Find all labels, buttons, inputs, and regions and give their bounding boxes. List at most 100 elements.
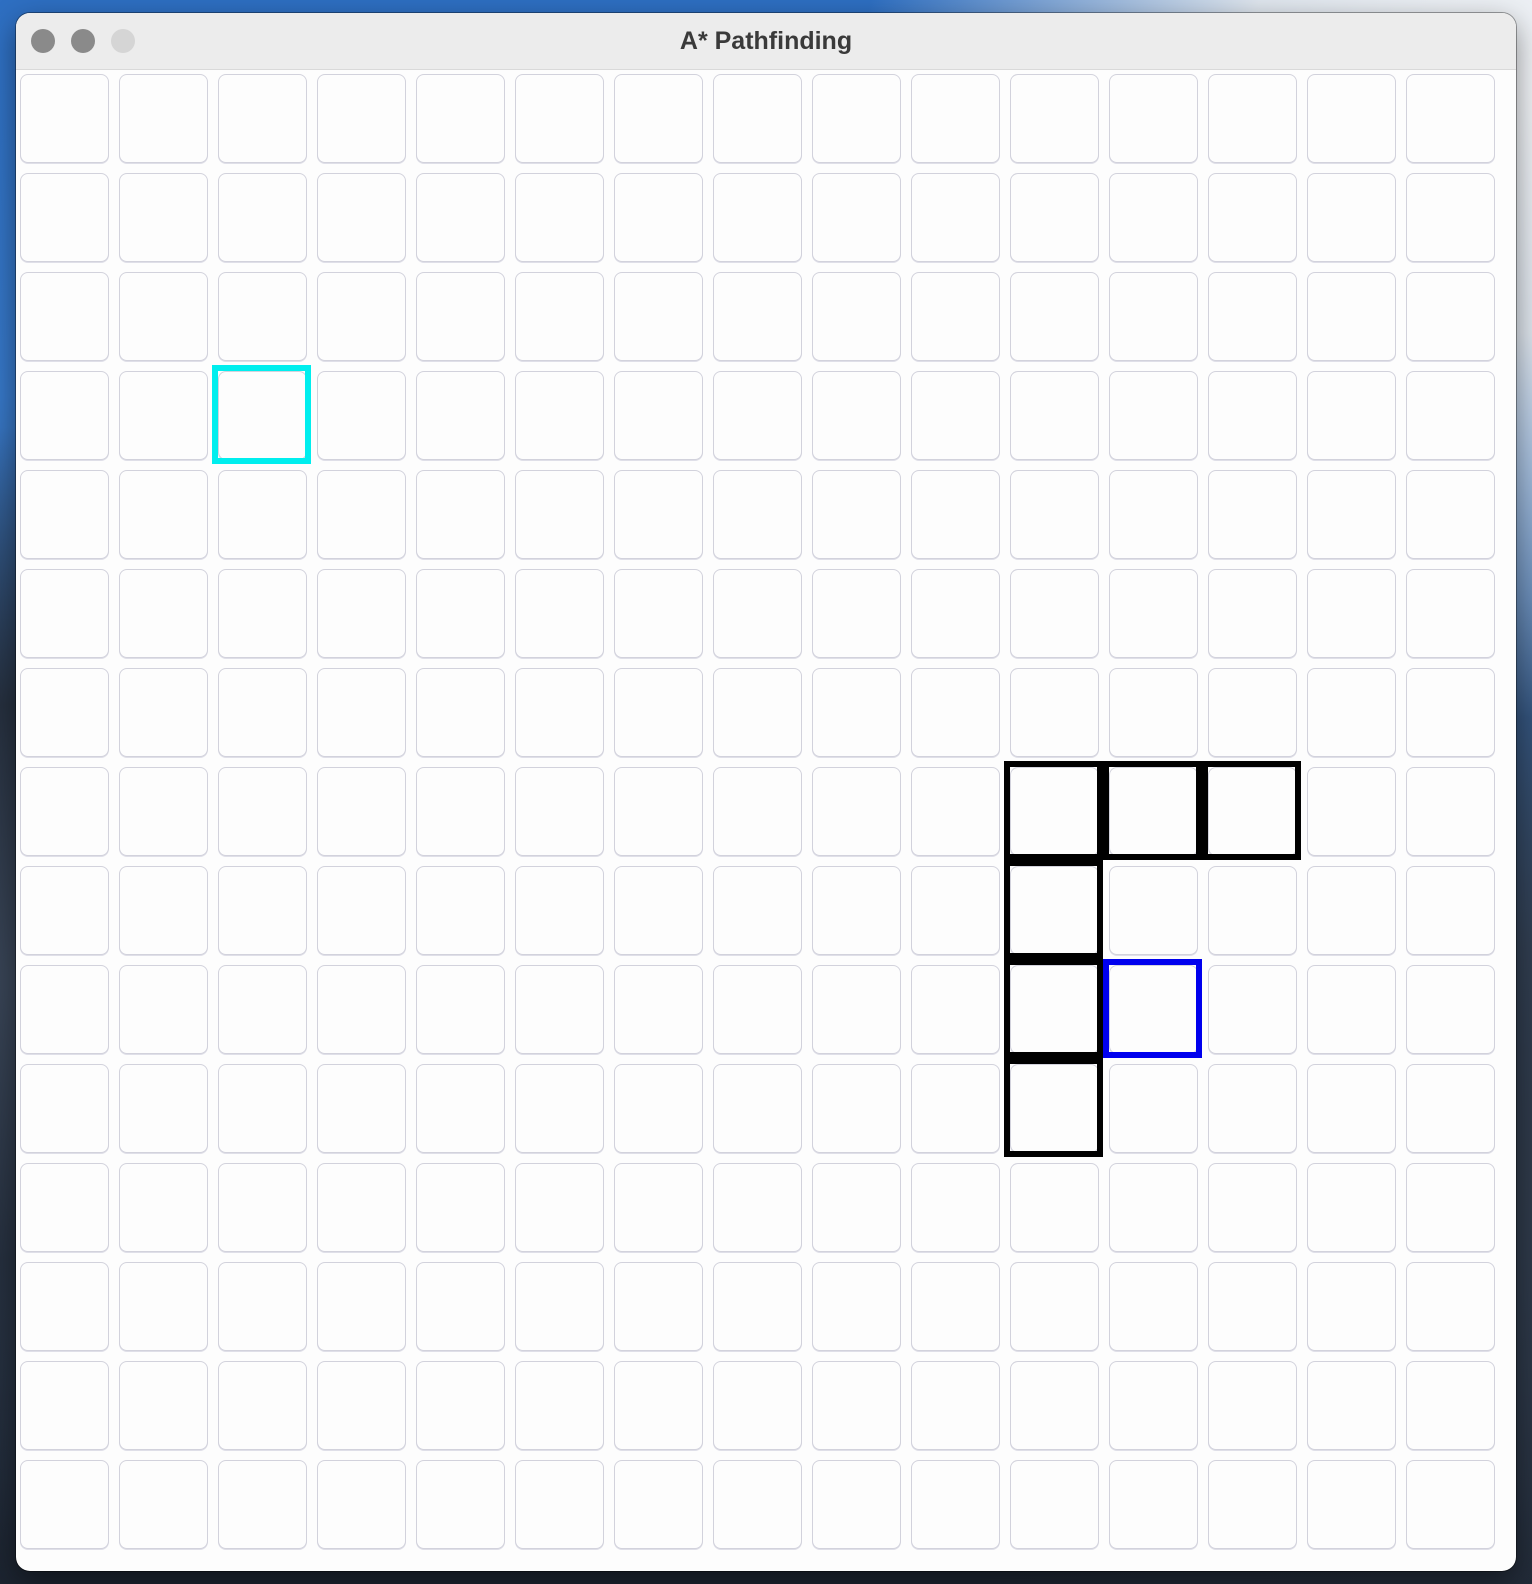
grid-cell[interactable] <box>1208 74 1297 163</box>
grid-cell[interactable] <box>119 1163 208 1252</box>
grid-cell[interactable] <box>1010 668 1099 757</box>
grid-cell[interactable] <box>119 74 208 163</box>
grid-cell[interactable] <box>1109 569 1198 658</box>
grid-cell[interactable] <box>1208 1460 1297 1549</box>
grid-cell[interactable] <box>713 1262 802 1351</box>
grid-cell[interactable] <box>416 1460 505 1549</box>
grid-cell[interactable] <box>119 965 208 1054</box>
grid-cell[interactable] <box>812 74 901 163</box>
grid-cell[interactable] <box>119 1262 208 1351</box>
grid-cell[interactable] <box>713 272 802 361</box>
grid-cell[interactable] <box>713 569 802 658</box>
grid-cell[interactable] <box>1010 1064 1099 1153</box>
grid-cell[interactable] <box>812 1361 901 1450</box>
grid-cell[interactable] <box>713 1064 802 1153</box>
grid-cell[interactable] <box>119 1361 208 1450</box>
grid-cell[interactable] <box>416 1262 505 1351</box>
grid-cell[interactable] <box>614 1163 703 1252</box>
grid-cell[interactable] <box>614 1361 703 1450</box>
grid-cell[interactable] <box>911 767 1000 856</box>
grid-cell[interactable] <box>416 767 505 856</box>
grid-cell[interactable] <box>1109 767 1198 856</box>
grid-cell[interactable] <box>1010 866 1099 955</box>
grid-cell[interactable] <box>416 1361 505 1450</box>
grid-cell[interactable] <box>1109 470 1198 559</box>
grid-cell[interactable] <box>20 1361 109 1450</box>
grid-cell[interactable] <box>812 1163 901 1252</box>
grid-cell[interactable] <box>713 470 802 559</box>
grid-cell[interactable] <box>614 569 703 658</box>
grid-cell[interactable] <box>218 1262 307 1351</box>
grid-cell[interactable] <box>1208 371 1297 460</box>
grid-cell[interactable] <box>20 569 109 658</box>
grid-cell[interactable] <box>317 371 406 460</box>
grid-cell[interactable] <box>317 1460 406 1549</box>
grid-cell[interactable] <box>416 866 505 955</box>
grid-cell[interactable] <box>416 1064 505 1153</box>
grid-cell[interactable] <box>416 371 505 460</box>
grid-cell[interactable] <box>416 173 505 262</box>
grid-cell[interactable] <box>317 965 406 1054</box>
grid-cell[interactable] <box>515 371 604 460</box>
grid-cell[interactable] <box>416 74 505 163</box>
grid-cell[interactable] <box>416 470 505 559</box>
grid-cell[interactable] <box>1109 74 1198 163</box>
grid-cell[interactable] <box>1208 272 1297 361</box>
grid-cell[interactable] <box>614 173 703 262</box>
grid-cell[interactable] <box>20 1262 109 1351</box>
grid-cell[interactable] <box>1208 668 1297 757</box>
grid-cell[interactable] <box>218 866 307 955</box>
grid-cell[interactable] <box>317 866 406 955</box>
grid-cell[interactable] <box>317 1064 406 1153</box>
grid-cell[interactable] <box>911 569 1000 658</box>
grid-cell[interactable] <box>614 866 703 955</box>
grid-cell[interactable] <box>812 569 901 658</box>
grid-cell[interactable] <box>20 1064 109 1153</box>
grid-cell[interactable] <box>1010 569 1099 658</box>
grid-cell[interactable] <box>614 1064 703 1153</box>
grid-cell[interactable] <box>713 74 802 163</box>
grid-cell[interactable] <box>1307 74 1396 163</box>
grid-cell[interactable] <box>1109 1262 1198 1351</box>
grid-cell[interactable] <box>119 470 208 559</box>
grid-cell[interactable] <box>416 965 505 1054</box>
title-bar[interactable]: A* Pathfinding <box>16 13 1516 70</box>
grid-cell[interactable] <box>1208 470 1297 559</box>
grid-cell[interactable] <box>1307 173 1396 262</box>
grid-cell[interactable] <box>1109 1361 1198 1450</box>
grid-cell[interactable] <box>515 965 604 1054</box>
grid-cell[interactable] <box>812 371 901 460</box>
grid-cell[interactable] <box>1307 1460 1396 1549</box>
grid-cell[interactable] <box>218 767 307 856</box>
grid-cell[interactable] <box>20 173 109 262</box>
grid-cell[interactable] <box>1307 272 1396 361</box>
grid-cell[interactable] <box>713 965 802 1054</box>
grid-cell[interactable] <box>20 272 109 361</box>
grid-cell[interactable] <box>416 1163 505 1252</box>
grid-cell[interactable] <box>614 965 703 1054</box>
grid-cell[interactable] <box>1208 1163 1297 1252</box>
grid-cell[interactable] <box>317 668 406 757</box>
grid-cell[interactable] <box>1406 272 1495 361</box>
grid-cell[interactable] <box>20 965 109 1054</box>
grid-cell[interactable] <box>1010 767 1099 856</box>
grid-cell[interactable] <box>713 668 802 757</box>
grid-cell[interactable] <box>812 470 901 559</box>
grid-cell[interactable] <box>20 470 109 559</box>
grid-cell[interactable] <box>1010 74 1099 163</box>
grid-cell[interactable] <box>812 866 901 955</box>
grid-cell[interactable] <box>119 767 208 856</box>
grid-cell[interactable] <box>713 767 802 856</box>
grid-cell[interactable] <box>614 74 703 163</box>
grid-cell[interactable] <box>911 1361 1000 1450</box>
grid-cell[interactable] <box>218 965 307 1054</box>
grid-cell[interactable] <box>20 1163 109 1252</box>
grid-cell[interactable] <box>614 371 703 460</box>
grid-cell[interactable] <box>1307 1064 1396 1153</box>
grid-cell[interactable] <box>812 1262 901 1351</box>
grid-cell[interactable] <box>614 767 703 856</box>
grid-cell[interactable] <box>1406 1361 1495 1450</box>
grid-cell[interactable] <box>1109 1163 1198 1252</box>
grid-cell[interactable] <box>1010 470 1099 559</box>
grid-cell[interactable] <box>317 569 406 658</box>
